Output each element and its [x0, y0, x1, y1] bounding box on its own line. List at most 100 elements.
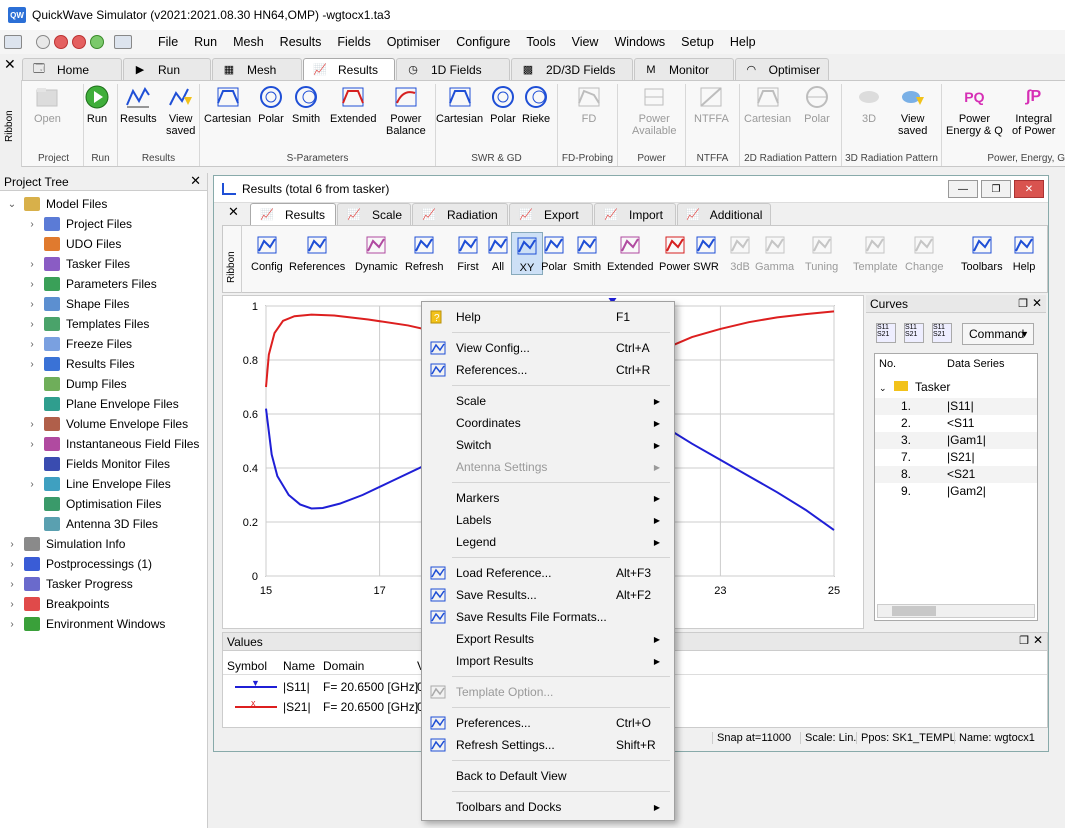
chevron-right-icon[interactable]: ›: [6, 579, 18, 590]
tree-item[interactable]: › Line Envelope Files: [26, 474, 171, 494]
menu-item-markers[interactable]: Markers ▶: [422, 487, 674, 509]
tool-template-button[interactable]: Template: [853, 232, 898, 273]
chevron-right-icon[interactable]: ›: [26, 439, 38, 450]
results-tab-additional[interactable]: 📈 Additional: [677, 203, 771, 225]
tab-results[interactable]: 📈 Results: [303, 58, 395, 80]
chevron-right-icon[interactable]: ›: [26, 259, 38, 270]
menu-fields[interactable]: Fields: [329, 30, 378, 54]
chevron-right-icon[interactable]: ›: [26, 419, 38, 430]
tool-swr-button[interactable]: SWR: [693, 232, 719, 273]
results-tab-scale[interactable]: 📈 Scale: [337, 203, 411, 225]
chevron-right-icon[interactable]: ›: [6, 539, 18, 550]
tool-xy-button[interactable]: XY: [511, 232, 543, 275]
tree-item[interactable]: UDO Files: [26, 234, 121, 254]
tab-2d-3d-fields[interactable]: ▩ 2D/3D Fields: [511, 58, 633, 80]
chevron-right-icon[interactable]: ›: [26, 319, 38, 330]
menu-item-legend[interactable]: Legend ▶: [422, 531, 674, 553]
menu-results[interactable]: Results: [272, 30, 330, 54]
menu-item-import-results[interactable]: Import Results ▶: [422, 650, 674, 672]
tool-all-button[interactable]: All: [485, 232, 511, 273]
tool-extended-button[interactable]: Extended: [607, 232, 653, 273]
tree-item[interactable]: › Shape Files: [26, 294, 129, 314]
results-button[interactable]: Results: [120, 84, 157, 125]
minimize-icon[interactable]: —: [948, 180, 978, 198]
menu-view[interactable]: View: [564, 30, 607, 54]
menu-item-save-results[interactable]: Save Results... Alt+F2: [422, 584, 674, 606]
curve-row[interactable]: 7. |S21|: [875, 449, 1037, 466]
results-tab-export[interactable]: 📈 Export: [509, 203, 593, 225]
chevron-right-icon[interactable]: ›: [26, 219, 38, 230]
chevron-right-icon[interactable]: ›: [6, 619, 18, 630]
rad2d-polar-button[interactable]: Polar: [804, 84, 830, 125]
quick-access-menu-icon[interactable]: [4, 35, 22, 49]
open-button[interactable]: Open: [34, 84, 61, 125]
sparam-extended-button[interactable]: Extended: [330, 84, 376, 125]
ntffa-button[interactable]: NTFFA: [694, 84, 729, 125]
quick-record-icon[interactable]: [54, 35, 68, 49]
tab-monitor[interactable]: M Monitor: [634, 58, 734, 80]
tab-run[interactable]: ▶ Run: [123, 58, 211, 80]
tool-toolbars-button[interactable]: Toolbars: [961, 232, 1003, 273]
restore-icon[interactable]: ❐: [981, 180, 1011, 198]
tree-item[interactable]: › Parameters Files: [26, 274, 157, 294]
tree-item[interactable]: › Tasker Progress: [6, 574, 133, 594]
tab-1d-fields[interactable]: ◷ 1D Fields: [396, 58, 510, 80]
results-tab-import[interactable]: 📈 Import: [594, 203, 676, 225]
run-button[interactable]: Run: [84, 84, 110, 125]
tree-item[interactable]: Antenna 3D Files: [26, 514, 158, 534]
chevron-right-icon[interactable]: ›: [26, 479, 38, 490]
menu-item-back-to-default-view[interactable]: Back to Default View: [422, 765, 674, 787]
menu-configure[interactable]: Configure: [448, 30, 518, 54]
tool-3db-button[interactable]: 3dB: [727, 232, 753, 273]
tool-polar-button[interactable]: Polar: [541, 232, 567, 273]
tasker-group[interactable]: ⌄ Tasker: [879, 380, 950, 394]
swr-cartesian-button[interactable]: Cartesian: [436, 84, 483, 125]
chevron-right-icon[interactable]: ›: [26, 299, 38, 310]
swr-rieke-button[interactable]: Rieke: [522, 84, 550, 125]
tool-refresh-button[interactable]: Refresh: [405, 232, 444, 273]
tab-mesh[interactable]: ▦ Mesh: [212, 58, 302, 80]
tree-item[interactable]: › Environment Windows: [6, 614, 165, 634]
tool-tuning-button[interactable]: Tuning: [805, 232, 838, 273]
tree-item[interactable]: › Project Files: [26, 214, 132, 234]
curve-row[interactable]: 8. <S21: [875, 466, 1037, 483]
quick-stop-icon[interactable]: [72, 35, 86, 49]
close-icon[interactable]: ✕: [190, 173, 201, 189]
menu-item-coordinates[interactable]: Coordinates ▶: [422, 412, 674, 434]
swr-polar-button[interactable]: Polar: [490, 84, 516, 125]
tool-smith-button[interactable]: Smith: [573, 232, 601, 273]
power-available-button[interactable]: Power Available: [632, 84, 676, 137]
results-tab-results[interactable]: 📈 Results: [250, 203, 336, 225]
curve-row[interactable]: 1. |S11|: [875, 398, 1037, 415]
tool-dynamic-button[interactable]: Dynamic: [355, 232, 398, 273]
rad3d-3d-button[interactable]: 3D: [856, 84, 882, 125]
quick-tool-icon[interactable]: [114, 35, 132, 49]
tab-home[interactable]: 🗔 Home: [22, 58, 122, 80]
tab-optimiser[interactable]: ◠ Optimiser: [735, 58, 829, 80]
tree-item[interactable]: › Postprocessings (1): [6, 554, 152, 574]
menu-help[interactable]: Help: [722, 30, 764, 54]
menu-item-view-config[interactable]: View Config... Ctrl+A: [422, 337, 674, 359]
chevron-right-icon[interactable]: ›: [26, 339, 38, 350]
chevron-right-icon[interactable]: ›: [6, 559, 18, 570]
tool-first-button[interactable]: First: [455, 232, 481, 273]
float-icon[interactable]: ❐: [1018, 297, 1028, 310]
menu-item-save-results-file-formats[interactable]: Save Results File Formats...: [422, 606, 674, 628]
tree-item[interactable]: Fields Monitor Files: [26, 454, 170, 474]
sparam-polar-button[interactable]: Polar: [258, 84, 284, 125]
menu-mesh[interactable]: Mesh: [225, 30, 272, 54]
chevron-right-icon[interactable]: ›: [26, 359, 38, 370]
menu-item-load-reference[interactable]: Load Reference... Alt+F3: [422, 562, 674, 584]
s11-s21-all-icon[interactable]: S11 S21: [932, 323, 952, 343]
tree-item[interactable]: Optimisation Files: [26, 494, 161, 514]
power-energy-q-button[interactable]: PQ Power Energy & Q: [946, 84, 1003, 137]
quick-play-icon[interactable]: [36, 35, 50, 49]
tree-item[interactable]: › Templates Files: [26, 314, 149, 334]
menu-item-toolbars-and-docks[interactable]: Toolbars and Docks ▶: [422, 796, 674, 818]
float-icon[interactable]: ❐: [1019, 634, 1029, 647]
menu-windows[interactable]: Windows: [606, 30, 673, 54]
tree-item[interactable]: › Tasker Files: [26, 254, 130, 274]
tree-item[interactable]: ⌄ Model Files: [6, 194, 107, 214]
menu-item-scale[interactable]: Scale ▶: [422, 390, 674, 412]
menu-tools[interactable]: Tools: [518, 30, 563, 54]
